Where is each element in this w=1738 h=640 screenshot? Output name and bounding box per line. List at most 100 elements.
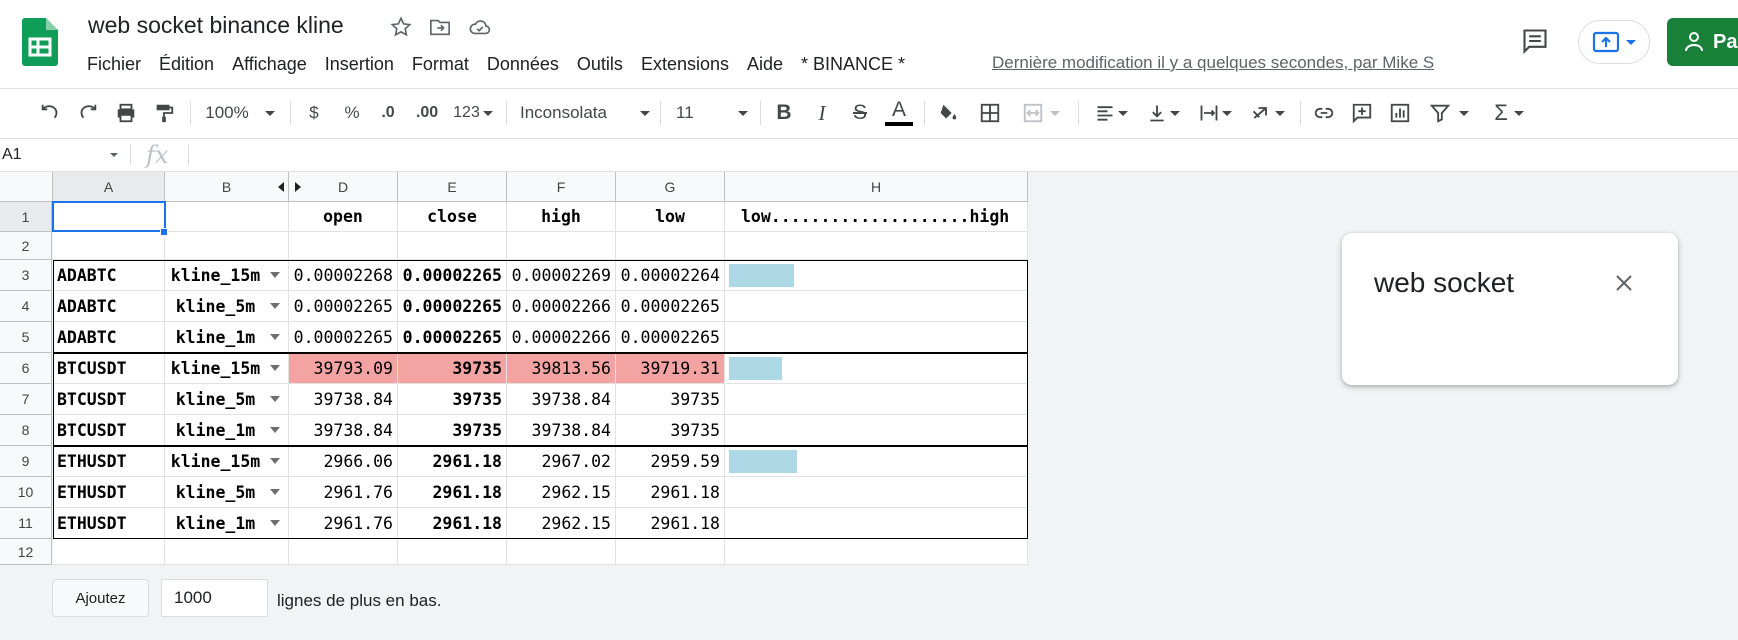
row-header[interactable]: 5 [0, 322, 52, 353]
filter-icon[interactable] [1424, 99, 1474, 127]
cell-b[interactable] [165, 202, 289, 232]
comments-icon[interactable] [1518, 24, 1552, 58]
menu-insertion[interactable]: Insertion [316, 52, 403, 77]
cell-a[interactable]: ETHUSDT [53, 508, 165, 539]
row-header[interactable]: 1 [0, 202, 52, 232]
cell-g[interactable]: 39735 [616, 384, 725, 415]
cell-f[interactable]: 0.00002266 [507, 322, 616, 353]
cell-e[interactable] [398, 232, 507, 260]
text-rotation-icon[interactable] [1244, 99, 1290, 127]
cell-d[interactable]: 39738.84 [289, 384, 398, 415]
cell-e[interactable]: 0.00002265 [398, 260, 507, 291]
cell-b[interactable] [165, 539, 289, 565]
menu-edition[interactable]: Édition [150, 52, 223, 77]
merge-cells-icon[interactable] [1016, 99, 1066, 127]
dropdown-arrow-icon[interactable] [270, 427, 280, 433]
cell-d[interactable]: open [289, 202, 398, 232]
menu-binance[interactable]: * BINANCE * [792, 52, 914, 77]
cell-h[interactable] [725, 322, 1028, 353]
column-header-g[interactable]: G [616, 172, 725, 202]
move-to-folder-icon[interactable] [427, 14, 453, 40]
print-icon[interactable] [112, 99, 140, 127]
cell-g[interactable]: 2961.18 [616, 508, 725, 539]
insert-comment-icon[interactable] [1348, 99, 1376, 127]
horizontal-align-icon[interactable] [1088, 99, 1134, 127]
cell-g[interactable] [616, 539, 725, 565]
cell-b[interactable]: kline_5m [165, 384, 289, 415]
cell-g[interactable]: low [616, 202, 725, 232]
cell-d[interactable] [289, 539, 398, 565]
cell-f[interactable]: 0.00002266 [507, 291, 616, 322]
cell-f[interactable] [507, 539, 616, 565]
close-icon[interactable] [1608, 267, 1640, 299]
cell-g[interactable]: 0.00002265 [616, 322, 725, 353]
column-header-b[interactable]: B [165, 172, 289, 202]
cell-e[interactable]: 2961.18 [398, 446, 507, 477]
cell-d[interactable]: 0.00002265 [289, 291, 398, 322]
format-currency-button[interactable]: $ [300, 99, 328, 127]
document-title[interactable]: web socket binance kline [88, 12, 344, 39]
cell-h[interactable] [725, 539, 1028, 565]
last-edit-link[interactable]: Dernière modification il y a quelques se… [992, 53, 1476, 73]
menu-format[interactable]: Format [403, 52, 478, 77]
cell-a[interactable]: ADABTC [53, 322, 165, 353]
cell-b[interactable]: kline_5m [165, 291, 289, 322]
cell-a[interactable]: BTCUSDT [53, 384, 165, 415]
format-percent-button[interactable]: % [338, 99, 366, 127]
cell-a[interactable]: ETHUSDT [53, 477, 165, 508]
fill-handle[interactable] [160, 228, 168, 236]
column-header-a[interactable]: A [53, 172, 165, 202]
menu-donnees[interactable]: Données [478, 52, 568, 77]
cell-g[interactable]: 39719.31 [616, 353, 725, 384]
cell-d[interactable]: 39738.84 [289, 415, 398, 446]
zoom-select[interactable]: 100% [200, 99, 280, 127]
cell-f[interactable]: 39738.84 [507, 384, 616, 415]
cell-a[interactable]: ADABTC [53, 291, 165, 322]
cell-e[interactable]: 2961.18 [398, 508, 507, 539]
menu-extensions[interactable]: Extensions [632, 52, 738, 77]
menu-outils[interactable]: Outils [568, 52, 632, 77]
cell-e[interactable]: 39735 [398, 384, 507, 415]
cell-f[interactable]: 2962.15 [507, 508, 616, 539]
cell-b[interactable]: kline_1m [165, 508, 289, 539]
cell-g[interactable]: 0.00002265 [616, 291, 725, 322]
undo-icon[interactable] [36, 99, 64, 127]
cell-h[interactable] [725, 384, 1028, 415]
select-all-corner[interactable] [0, 172, 53, 202]
cell-d[interactable]: 2961.76 [289, 477, 398, 508]
borders-icon[interactable] [976, 99, 1004, 127]
collapsed-column-left-arrow-icon[interactable] [278, 182, 284, 192]
cell-a[interactable]: ETHUSDT [53, 446, 165, 477]
menu-aide[interactable]: Aide [738, 52, 792, 77]
cell-a[interactable] [53, 232, 165, 260]
row-header[interactable]: 11 [0, 508, 52, 539]
menu-fichier[interactable]: Fichier [78, 52, 150, 77]
row-header[interactable]: 4 [0, 291, 52, 322]
cell-f[interactable]: 2967.02 [507, 446, 616, 477]
dropdown-arrow-icon[interactable] [270, 272, 280, 278]
insert-chart-icon[interactable] [1386, 99, 1414, 127]
dropdown-arrow-icon[interactable] [270, 396, 280, 402]
paint-format-icon[interactable] [150, 99, 178, 127]
cell-e[interactable]: 0.00002265 [398, 322, 507, 353]
cell-d[interactable]: 39793.09 [289, 353, 398, 384]
cell-d[interactable] [289, 232, 398, 260]
cell-g[interactable]: 2961.18 [616, 477, 725, 508]
cell-g[interactable]: 2959.59 [616, 446, 725, 477]
cell-f[interactable]: high [507, 202, 616, 232]
font-size-select[interactable]: 11 [676, 99, 748, 127]
cell-e[interactable]: 2961.18 [398, 477, 507, 508]
redo-icon[interactable] [74, 99, 102, 127]
cell-f[interactable]: 2962.15 [507, 477, 616, 508]
cell-b[interactable]: kline_1m [165, 415, 289, 446]
column-header-d[interactable]: D [289, 172, 398, 202]
cell-a[interactable]: ADABTC [53, 260, 165, 291]
fill-color-icon[interactable] [934, 99, 962, 127]
cell-b[interactable]: kline_15m [165, 446, 289, 477]
row-header[interactable]: 9 [0, 446, 52, 477]
text-color-icon[interactable]: A [884, 99, 914, 127]
cell-a[interactable] [53, 539, 165, 565]
cell-a[interactable]: BTCUSDT [53, 353, 165, 384]
dropdown-arrow-icon[interactable] [270, 365, 280, 371]
cell-f[interactable] [507, 232, 616, 260]
